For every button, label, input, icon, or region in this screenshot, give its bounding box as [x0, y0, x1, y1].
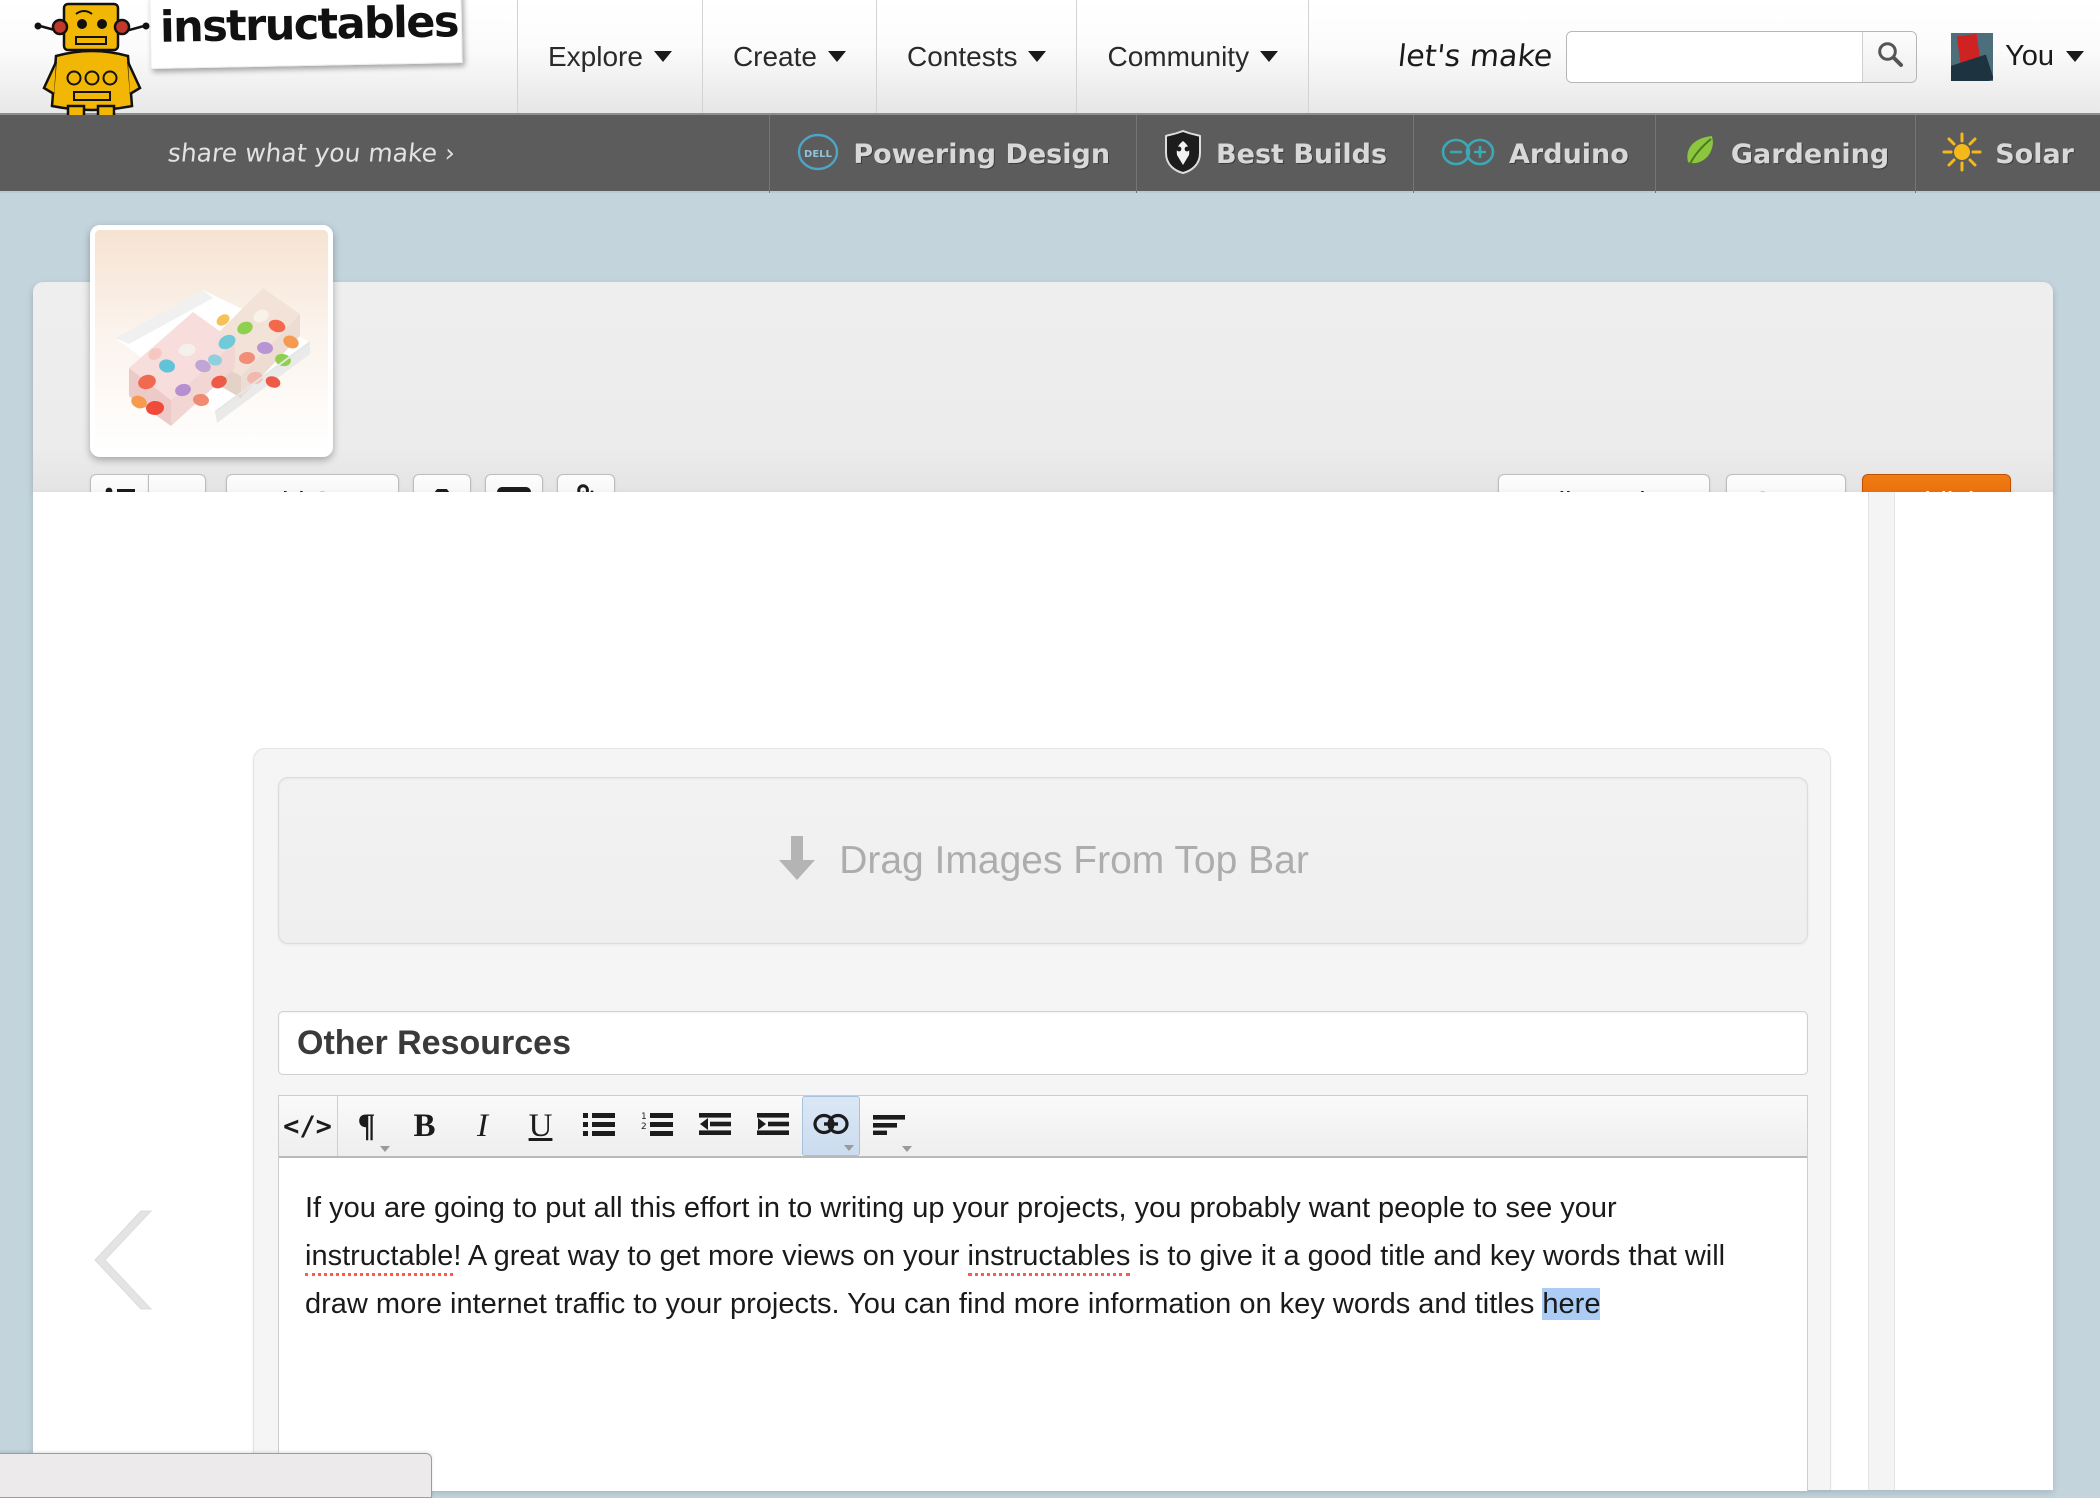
- nav-item-explore[interactable]: Explore: [517, 0, 703, 113]
- rte-content-area[interactable]: If you are going to put all this effort …: [279, 1158, 1807, 1328]
- chevron-down-icon: [827, 51, 846, 62]
- channel-list: DELL Powering Design Best Builds Arduino…: [769, 115, 2100, 193]
- rich-text-editor: </> ¶ B I U 1 2 If you are going to put …: [278, 1095, 1808, 1491]
- rte-ordered-list-button[interactable]: 1 2: [628, 1096, 686, 1156]
- search-button[interactable]: [1862, 31, 1917, 82]
- channel-gardening[interactable]: Gardening: [1654, 115, 1915, 193]
- pilcrow-icon: ¶: [357, 1107, 376, 1144]
- nav-item-community[interactable]: Community: [1076, 0, 1310, 113]
- chevron-down-icon: [1260, 51, 1279, 62]
- p1-text-a: If you are going to put all this effort …: [305, 1192, 1617, 1224]
- sun-icon: [1942, 132, 1982, 177]
- shield-icon: [1163, 129, 1203, 180]
- rte-outdent-button[interactable]: [686, 1096, 744, 1156]
- channel-label: Best Builds: [1216, 138, 1388, 170]
- dropzone-label: Drag Images From Top Bar: [839, 838, 1309, 882]
- rte-paragraph-format-button[interactable]: ¶: [338, 1096, 396, 1156]
- chevron-down-icon: [1028, 51, 1047, 62]
- down-arrow-icon: [777, 834, 817, 887]
- search-prompt: let's make: [1395, 39, 1554, 74]
- rte-underline-button[interactable]: U: [512, 1096, 570, 1156]
- nav-label: Community: [1107, 40, 1250, 72]
- svg-text:1: 1: [641, 1112, 647, 1122]
- share-what-you-make-link[interactable]: share what you make ›: [166, 139, 456, 168]
- arduino-infinity-icon: [1440, 135, 1496, 174]
- channel-label: Gardening: [1730, 138, 1890, 170]
- nav-label: Create: [732, 40, 817, 72]
- image-dropzone[interactable]: Drag Images From Top Bar: [278, 777, 1808, 944]
- link-icon: [813, 1112, 849, 1141]
- underline-icon: U: [528, 1107, 553, 1144]
- unordered-list-icon: [582, 1111, 615, 1142]
- leaf-icon: [1682, 132, 1718, 177]
- chevron-down-icon: [653, 51, 672, 62]
- rte-unordered-list-button[interactable]: [570, 1096, 628, 1156]
- channel-arduino[interactable]: Arduino: [1413, 115, 1655, 193]
- editor-toolbar-panel: Add Step: [33, 225, 2053, 532]
- scrollbar-track[interactable]: [1868, 492, 1895, 1490]
- avatar: [1951, 32, 1994, 81]
- download-shelf[interactable]: [0, 1453, 432, 1498]
- nav-label: Contests: [906, 40, 1018, 72]
- project-thumbnail-cereal-treats[interactable]: [90, 225, 333, 457]
- chevron-down-icon: [380, 1146, 390, 1152]
- rte-italic-button[interactable]: I: [454, 1096, 512, 1156]
- misspelled-word: instructable: [305, 1240, 454, 1276]
- step-title-value: Other Resources: [297, 1023, 571, 1062]
- search-input[interactable]: [1567, 31, 1863, 82]
- search-area: let's make You: [1395, 0, 2084, 113]
- channel-label: Powering Design: [853, 138, 1111, 170]
- nav-item-contests[interactable]: Contests: [875, 0, 1078, 113]
- channel-bar: share what you make › DELL Powering Desi…: [0, 115, 2100, 193]
- rte-bold-button[interactable]: B: [396, 1096, 454, 1156]
- rte-source-code-button[interactable]: </>: [279, 1096, 337, 1156]
- account-label: You: [2005, 40, 2054, 72]
- svg-text:2: 2: [641, 1122, 647, 1132]
- step-editor-card: Drag Images From Top Bar Other Resources…: [253, 748, 1831, 1491]
- channel-solar[interactable]: Solar: [1915, 115, 2100, 193]
- dell-logo-icon: DELL: [796, 130, 840, 179]
- svg-text:DELL: DELL: [804, 149, 833, 160]
- outdent-icon: [698, 1111, 731, 1142]
- italic-icon: I: [477, 1107, 488, 1144]
- rte-insert-link-button[interactable]: [802, 1096, 860, 1156]
- nav-label: Explore: [548, 40, 643, 72]
- search-box[interactable]: [1566, 30, 1918, 83]
- step-title-input[interactable]: Other Resources: [278, 1011, 1808, 1075]
- misspelled-word: instructables: [967, 1240, 1131, 1276]
- chevron-down-icon: [902, 1146, 912, 1152]
- rte-indent-button[interactable]: [744, 1096, 802, 1156]
- chevron-left-icon[interactable]: [93, 1205, 163, 1315]
- indent-icon: [756, 1111, 789, 1142]
- selected-text: here: [1542, 1288, 1601, 1320]
- channel-powering-design[interactable]: DELL Powering Design: [769, 115, 1136, 193]
- site-header: instructables Explore Create Contests Co…: [0, 0, 2100, 158]
- channel-label: Solar: [1995, 138, 2074, 170]
- logo-wordmark: instructables: [159, 0, 459, 53]
- align-left-icon: [872, 1113, 905, 1140]
- rte-toolbar: </> ¶ B I U 1 2: [279, 1096, 1807, 1158]
- chevron-down-icon: [2066, 51, 2084, 62]
- account-menu[interactable]: You: [1951, 32, 2084, 81]
- bold-icon: B: [413, 1107, 436, 1144]
- ordered-list-icon: 1 2: [641, 1111, 673, 1142]
- chevron-down-icon: [844, 1145, 854, 1151]
- nav-item-create[interactable]: Create: [701, 0, 877, 113]
- p2-text-a: A great way to get more views on your: [461, 1240, 968, 1272]
- channel-best-builds[interactable]: Best Builds: [1136, 115, 1413, 193]
- main-nav: Explore Create Contests Community: [517, 0, 1310, 113]
- rte-align-button[interactable]: [860, 1096, 918, 1156]
- channel-label: Arduino: [1509, 138, 1629, 170]
- source-code-icon: </>: [283, 1110, 332, 1142]
- search-icon: [1876, 40, 1904, 73]
- paragraph-1: If you are going to put all this effort …: [305, 1184, 1781, 1328]
